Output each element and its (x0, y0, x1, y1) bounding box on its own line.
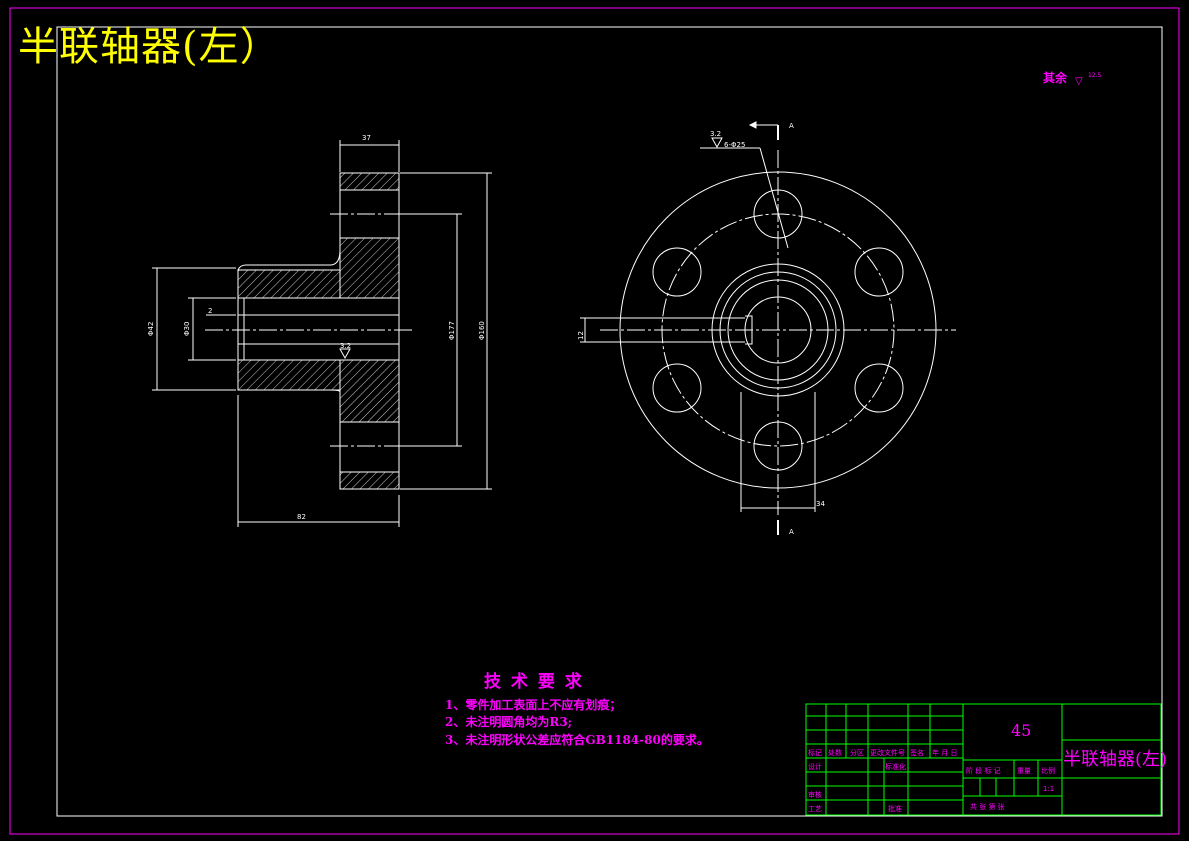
tb-row-std: 标准化 (885, 762, 906, 771)
roughness-symbol: ▽ (1075, 76, 1083, 87)
section-view (152, 140, 492, 527)
roughness-note: 其余 (1043, 70, 1068, 85)
dim-d30: Φ30 (183, 322, 191, 336)
section-label-bottom: A (789, 528, 794, 536)
drawing-title: 半联轴器(左） (18, 24, 281, 70)
dim-d42: Φ42 (147, 322, 155, 336)
tb-stage-label: 阶 段 标 记 (966, 766, 1001, 775)
dim-key-height: 12 (577, 331, 585, 340)
tech-item-2: 2、未注明圆角均为R3; (445, 715, 573, 729)
tb-header-mark: 标记 (808, 748, 822, 757)
tb-row-approve: 批准 (888, 804, 902, 813)
dim-step2: 2 (208, 307, 212, 315)
tb-part-name: 半联轴器(左) (1063, 749, 1167, 770)
hole-callout: 6-Φ25 (724, 141, 745, 149)
tb-row-craft: 工艺 (808, 805, 822, 813)
roughness-hole: 3.2 (710, 130, 721, 138)
dim-d177: Φ177 (448, 321, 456, 340)
tb-material: 45 (1011, 721, 1031, 740)
drawing-canvas: 37 82 Φ42 Φ30 Φ177 Φ160 2 3.2 A A 6-Φ25 … (9, 7, 1180, 835)
tb-scale-value: 1:1 (1043, 785, 1054, 793)
dim-key-width: 34 (816, 500, 825, 508)
tech-heading: 技 术 要 求 (484, 672, 584, 692)
tb-header-count: 处数 (828, 748, 842, 757)
tb-row-design: 设计 (808, 762, 822, 771)
tb-header-zone: 分区 (850, 748, 864, 757)
dim-top-width: 37 (362, 134, 371, 142)
bolt-hole-6 (652, 247, 702, 297)
tb-row-check: 审核 (808, 790, 822, 799)
section-label-top: A (789, 122, 794, 130)
bolt-hole-2 (854, 247, 904, 297)
tech-item-1: 1、零件加工表面上不应有划痕； (445, 698, 622, 712)
roughness-center: 3.2 (340, 342, 351, 350)
roughness-value: 12.5 (1088, 72, 1102, 79)
tb-header-date: 年 月 日 (932, 748, 957, 757)
tb-scale-label: 比例 (1041, 766, 1055, 775)
front-view (580, 121, 956, 535)
tb-header-sign: 签名 (910, 748, 924, 757)
dim-bottom-width: 82 (297, 513, 306, 521)
tb-weight-label: 重量 (1017, 767, 1031, 775)
tb-header-doc: 更改文件号 (870, 748, 905, 757)
dim-d160: Φ160 (478, 321, 486, 340)
tb-sheet-label: 共 张 第 张 (970, 802, 1005, 811)
tech-item-3: 3、未注明形状公差应符合GB1184-80的要求。 (445, 733, 709, 747)
